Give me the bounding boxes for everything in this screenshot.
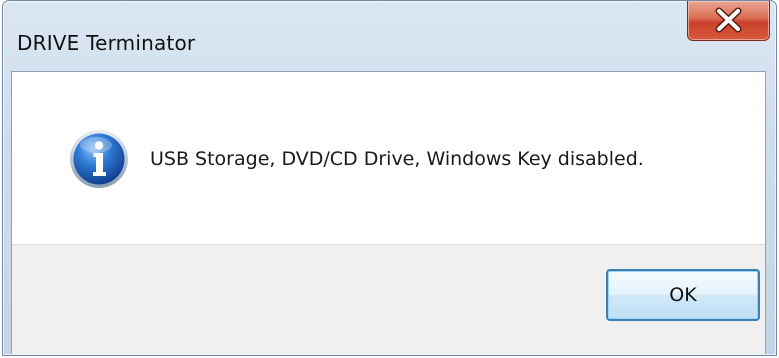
title-bar[interactable]: DRIVE Terminator xyxy=(3,1,776,71)
close-button[interactable] xyxy=(687,1,770,41)
ok-button[interactable]: OK xyxy=(606,269,760,321)
dialog-client-area: USB Storage, DVD/CD Drive, Windows Key d… xyxy=(11,71,766,355)
info-icon xyxy=(70,130,128,188)
message-area: USB Storage, DVD/CD Drive, Windows Key d… xyxy=(12,72,765,244)
close-icon xyxy=(715,7,742,33)
button-bar: OK xyxy=(12,244,765,355)
dialog-window: DRIVE Terminator USB Storage, DVD/CD Dri… xyxy=(0,0,779,358)
window-title: DRIVE Terminator xyxy=(17,31,196,55)
message-text: USB Storage, DVD/CD Drive, Windows Key d… xyxy=(150,148,644,170)
